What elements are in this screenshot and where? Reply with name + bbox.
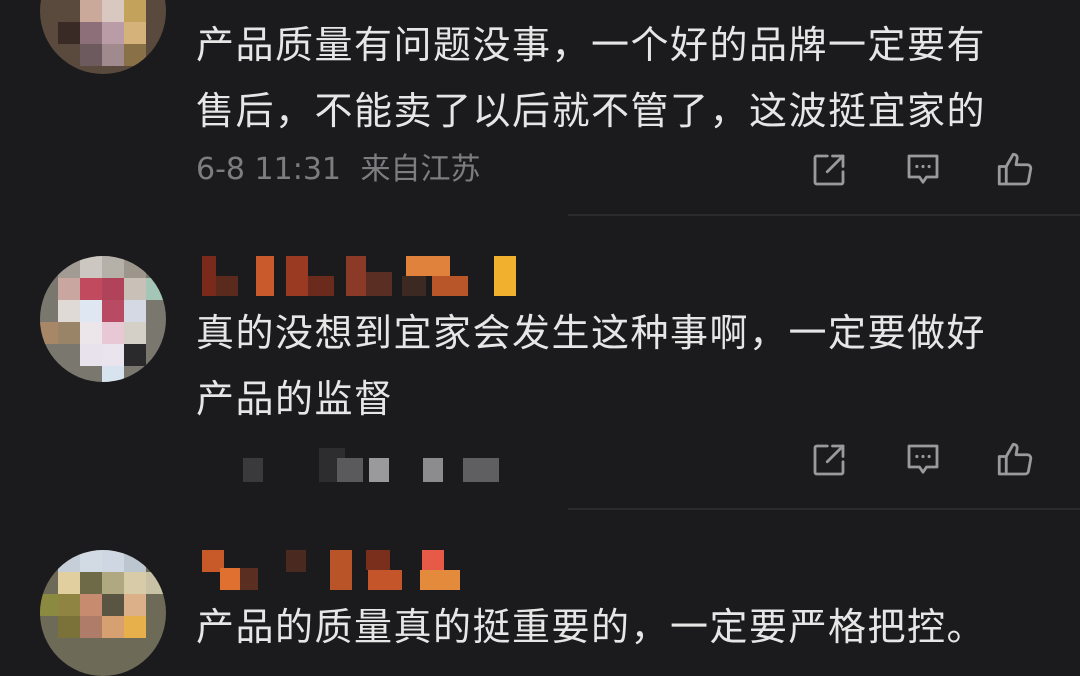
user-name-mosaic[interactable] bbox=[196, 550, 476, 590]
share-icon bbox=[813, 444, 845, 476]
comment-item: 真的没想到宜家会发生这种事啊，一定要做好 产品的监督 bbox=[0, 216, 1080, 510]
comment-icon bbox=[907, 444, 939, 474]
comment-text-line: 产品的监督 bbox=[196, 377, 394, 421]
like-button[interactable] bbox=[992, 148, 1038, 192]
comment-text-line: 售后，不能卖了以后就不管了，这波挺宜家的 bbox=[196, 89, 987, 133]
reply-button[interactable] bbox=[900, 438, 946, 482]
comment-text: 真的没想到宜家会发生这种事啊，一定要做好 产品的监督 bbox=[196, 300, 1046, 432]
comment-meta-mosaic bbox=[215, 448, 515, 488]
share-icon bbox=[813, 154, 845, 186]
share-button[interactable] bbox=[806, 438, 852, 482]
reply-button[interactable] bbox=[900, 148, 946, 192]
like-button[interactable] bbox=[992, 438, 1038, 482]
share-button[interactable] bbox=[806, 148, 852, 192]
comment-text: 产品的质量真的挺重要的，一定要严格把控。 bbox=[196, 594, 1046, 660]
comment-text-line: 产品质量有问题没事，一个好的品牌一定要有 bbox=[196, 23, 987, 67]
comment-meta: 6-8 11:31 来自江苏 bbox=[196, 150, 481, 190]
comment-item: 产品质量有问题没事，一个好的品牌一定要有 售后，不能卖了以后就不管了，这波挺宜家… bbox=[0, 0, 1080, 216]
comment-time: 6-8 11:31 bbox=[196, 152, 341, 187]
comment-text-line: 真的没想到宜家会发生这种事啊，一定要做好 bbox=[196, 311, 987, 355]
comment-icon bbox=[907, 154, 939, 184]
comment-text: 产品质量有问题没事，一个好的品牌一定要有 售后，不能卖了以后就不管了，这波挺宜家… bbox=[196, 12, 1046, 144]
thumbs-up-icon bbox=[997, 152, 1033, 186]
avatar[interactable] bbox=[40, 256, 166, 382]
comment-text-line: 产品的质量真的挺重要的，一定要严格把控。 bbox=[196, 605, 987, 649]
thumbs-up-icon bbox=[997, 442, 1033, 476]
comment-location: 来自江苏 bbox=[360, 152, 481, 187]
avatar[interactable] bbox=[40, 0, 166, 74]
comment-item: 产品的质量真的挺重要的，一定要严格把控。 bbox=[0, 510, 1080, 676]
user-name-mosaic[interactable] bbox=[196, 256, 526, 296]
avatar[interactable] bbox=[40, 550, 166, 676]
comment-actions bbox=[806, 438, 1046, 482]
comment-actions bbox=[806, 148, 1046, 192]
